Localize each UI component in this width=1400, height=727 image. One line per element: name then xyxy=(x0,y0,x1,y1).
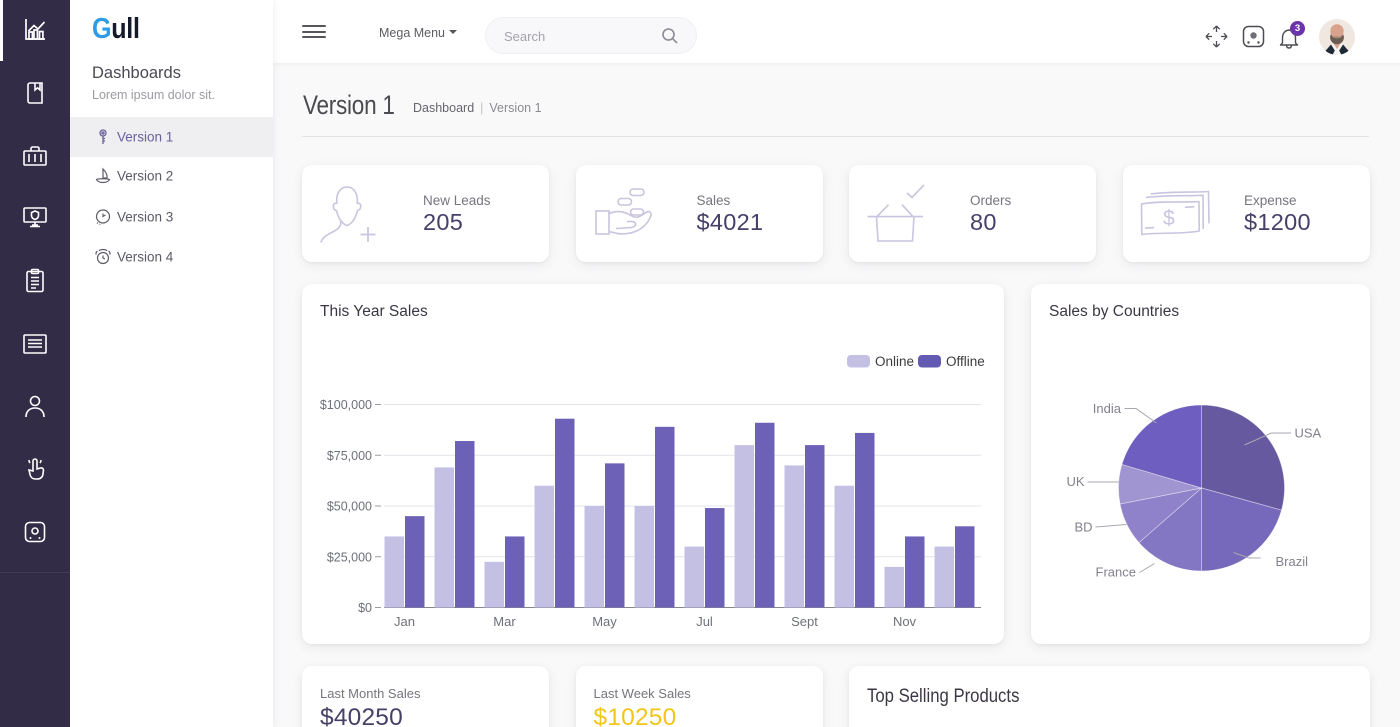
svg-text:India: India xyxy=(1093,401,1122,416)
svg-text:$100,000: $100,000 xyxy=(320,398,372,412)
svg-text:$50,000: $50,000 xyxy=(327,500,372,514)
svg-text:Sept: Sept xyxy=(791,614,818,629)
svg-text:Jan: Jan xyxy=(394,614,415,629)
svg-text:Mar: Mar xyxy=(493,614,516,629)
svg-text:Brazil: Brazil xyxy=(1276,554,1309,569)
svg-text:France: France xyxy=(1096,565,1136,580)
svg-text:Jul: Jul xyxy=(696,614,713,629)
svg-text:Online: Online xyxy=(875,354,914,369)
svg-text:Offline: Offline xyxy=(946,354,985,369)
svg-text:USA: USA xyxy=(1295,426,1322,441)
svg-text:May: May xyxy=(592,614,617,629)
svg-text:$0: $0 xyxy=(358,601,372,615)
svg-text:$75,000: $75,000 xyxy=(327,449,372,463)
svg-text:BD: BD xyxy=(1074,520,1092,535)
svg-text:$: $ xyxy=(1163,207,1175,230)
svg-text:UK: UK xyxy=(1066,474,1084,489)
svg-text:Nov: Nov xyxy=(893,614,917,629)
svg-text:$25,000: $25,000 xyxy=(327,550,372,564)
